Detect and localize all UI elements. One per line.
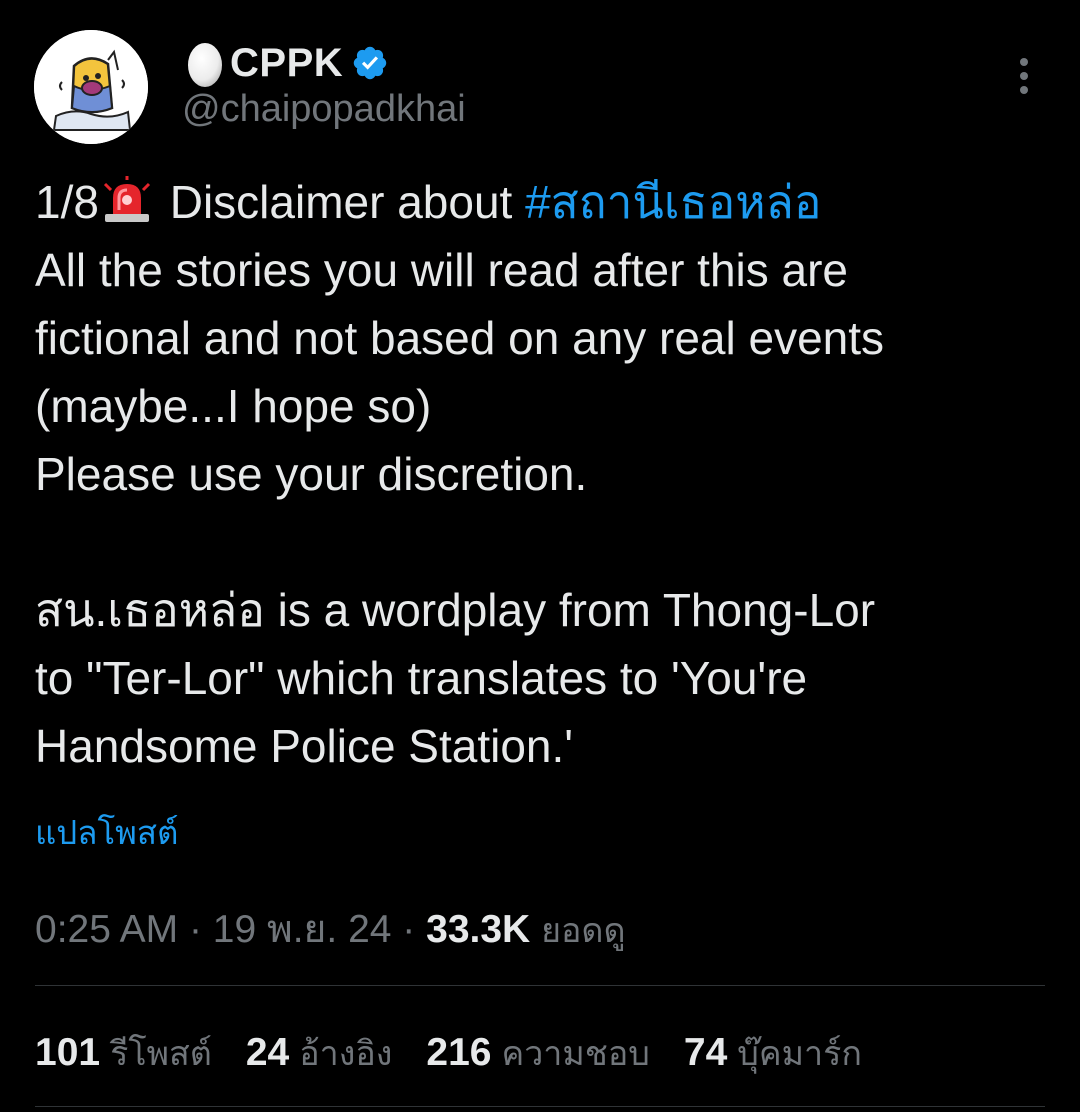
likes-count: 216 xyxy=(426,1031,492,1074)
reposts-count: 101 xyxy=(35,1031,101,1074)
display-name: CPPK xyxy=(230,40,344,85)
tweet-line-2: All the stories you will read after this… xyxy=(35,244,849,296)
views-label: ยอดดู xyxy=(541,911,626,951)
stat-bookmarks[interactable]: 74 บุ๊คมาร์ก xyxy=(684,1026,862,1080)
author-name-row[interactable]: CPPK xyxy=(184,36,389,90)
tweet-line-1: 1/8 Disclaimer about #สถานีเธอหล่อ xyxy=(35,168,1055,236)
tweet-meta: 0:25 AM · 19 พ.ย. 24 · 33.3K ยอดดู xyxy=(35,898,626,960)
author-handle[interactable]: @chaipopadkhai xyxy=(182,88,466,131)
tweet-line-4: (maybe...I hope so) xyxy=(35,380,432,432)
views-count: 33.3K xyxy=(426,908,531,951)
bookmarks-label: บุ๊คมาร์ก xyxy=(737,1034,862,1074)
meta-separator: · xyxy=(188,908,202,951)
siren-icon xyxy=(101,174,153,226)
stat-reposts[interactable]: 101 รีโพสต์ xyxy=(35,1026,212,1080)
quotes-label: อ้างอิง xyxy=(299,1034,393,1074)
engagement-stats: 101 รีโพสต์ 24 อ้างอิง 216 ความชอบ 74 บุ… xyxy=(35,1026,896,1080)
quotes-count: 24 xyxy=(245,1031,290,1074)
egg-icon xyxy=(184,37,226,89)
avatar[interactable] xyxy=(34,30,148,144)
tweet-detail: CPPK @chaipopadkhai 1/8 Disclaimer about… xyxy=(0,0,1080,1112)
stat-quotes[interactable]: 24 อ้างอิง xyxy=(246,1026,393,1080)
translate-post-link[interactable]: แปลโพสต์ xyxy=(35,806,179,859)
thread-counter: 1/8 xyxy=(35,176,99,228)
more-options-icon[interactable] xyxy=(1004,54,1044,98)
divider xyxy=(35,985,1045,986)
tweet-line-1-text: Disclaimer about xyxy=(156,176,526,228)
hashtag-link[interactable]: #สถานีเธอหล่อ xyxy=(525,176,821,228)
likes-label: ความชอบ xyxy=(501,1034,650,1074)
tweet-date[interactable]: 19 พ.ย. 24 xyxy=(213,908,392,951)
tweet-line-9: Handsome Police Station.' xyxy=(35,720,574,772)
tweet-line-5: Please use your discretion. xyxy=(35,448,588,500)
tweet-line-3: fictional and not based on any real even… xyxy=(35,312,885,364)
tweet-time[interactable]: 0:25 AM xyxy=(35,908,178,951)
tweet-text: 1/8 Disclaimer about #สถานีเธอหล่อ All t… xyxy=(35,168,1055,780)
verified-badge-icon xyxy=(351,44,389,82)
meta-separator: · xyxy=(402,908,416,951)
reposts-label: รีโพสต์ xyxy=(110,1034,212,1074)
tweet-line-8: to "Ter-Lor" which translates to 'You're xyxy=(35,652,808,704)
bookmarks-count: 74 xyxy=(683,1031,728,1074)
tweet-line-7: สน.เธอหล่อ is a wordplay from Thong-Lor xyxy=(35,584,876,636)
divider xyxy=(35,1106,1045,1107)
stat-likes[interactable]: 216 ความชอบ xyxy=(426,1026,650,1080)
